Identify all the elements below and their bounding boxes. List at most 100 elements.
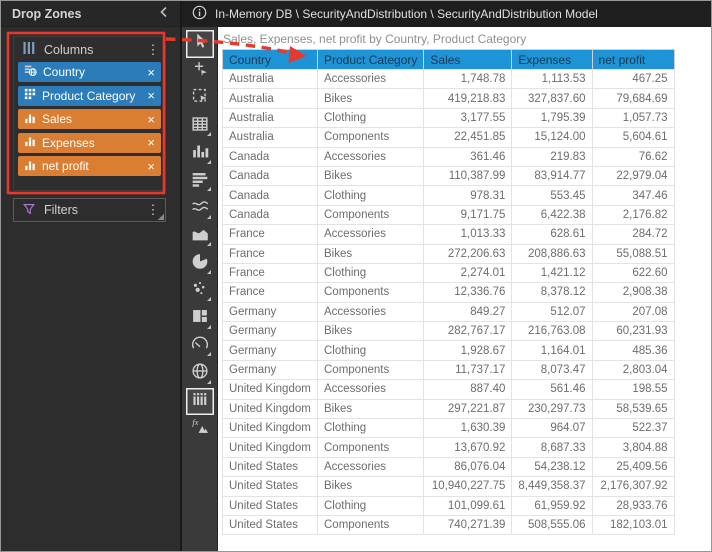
table-row: CanadaComponents9,171.756,422.382,176.82 (223, 205, 675, 224)
table-cell: 297,221.87 (424, 399, 512, 418)
table-row: AustraliaClothing3,177.551,795.391,057.7… (223, 108, 675, 127)
table-cell: 5,604.61 (592, 128, 674, 147)
pivot-grid-tool[interactable] (186, 388, 214, 416)
formula-image-tool[interactable]: fx (186, 415, 214, 443)
main-lower: fx Sales, Expenses, net profit by Countr… (182, 27, 711, 551)
field-pill-country[interactable]: Country × (18, 62, 161, 82)
breadcrumb: In-Memory DB \ SecurityAndDistribution \… (182, 1, 711, 27)
crosshair-select-tool[interactable] (186, 58, 214, 86)
table-cell: 101,099.61 (424, 496, 512, 515)
table-cell: 28,933.76 (592, 496, 674, 515)
table-cell: Australia (223, 128, 318, 147)
marquee-select-tool[interactable] (186, 85, 214, 113)
table-cell: 561.46 (512, 380, 592, 399)
drop-zones-header: Drop Zones (1, 1, 180, 27)
table-cell: 1,795.39 (512, 108, 592, 127)
remove-field-icon[interactable]: × (147, 160, 155, 173)
table-cell: 11,737.17 (424, 360, 512, 379)
area-chart-tool[interactable] (186, 223, 214, 251)
table-cell: Accessories (318, 225, 424, 244)
table-cell: 6,422.38 (512, 205, 592, 224)
table-cell: Clothing (318, 108, 424, 127)
map-tool[interactable] (186, 360, 214, 388)
table-cell: 25,409.56 (592, 457, 674, 476)
table-cell: 12,336.76 (424, 283, 512, 302)
column-header-product-category[interactable]: Product Category (318, 50, 424, 70)
table-cell: 1,013.33 (424, 225, 512, 244)
row-bars-tool[interactable] (186, 168, 214, 196)
grid-view-tool[interactable] (186, 113, 214, 141)
table-cell: 230,297.73 (512, 399, 592, 418)
table-cell: 8,687.33 (512, 438, 592, 457)
vertical-ellipsis-icon[interactable]: ⋮ (146, 43, 160, 57)
table-cell: 22,979.04 (592, 166, 674, 185)
remove-field-icon[interactable]: × (147, 66, 155, 79)
pointer-tool[interactable] (186, 30, 214, 58)
column-header-sales[interactable]: Sales (424, 50, 512, 70)
field-pill-label: Product Category (42, 89, 135, 103)
column-header-net-profit[interactable]: net profit (592, 50, 674, 70)
remove-field-icon[interactable]: × (147, 136, 155, 149)
table-row: United StatesComponents740,271.39508,555… (223, 515, 675, 534)
table-cell: Canada (223, 205, 318, 224)
pivot-grid-icon (189, 388, 211, 415)
table-cell: 2,274.01 (424, 263, 512, 282)
table-row: FranceAccessories1,013.33628.61284.72 (223, 225, 675, 244)
table-cell: 8,073.47 (512, 360, 592, 379)
filters-zone-label: Filters (44, 203, 78, 217)
table-cell: United States (223, 477, 318, 496)
field-pill-net-profit[interactable]: net profit× (18, 156, 161, 176)
table-cell: United States (223, 515, 318, 534)
table-cell: Clothing (318, 496, 424, 515)
scatter-chart-tool[interactable] (186, 278, 214, 306)
remove-field-icon[interactable]: × (147, 89, 155, 102)
data-view: Sales, Expenses, net profit by Country, … (218, 27, 711, 551)
pie-chart-icon (189, 250, 211, 277)
remove-field-icon[interactable]: × (147, 113, 155, 126)
gauge-icon (189, 333, 211, 360)
columns-zone-label: Columns (44, 43, 93, 57)
table-cell: 86,076.04 (424, 457, 512, 476)
table-grid-icon (189, 113, 211, 140)
table-cell: Bikes (318, 477, 424, 496)
bar-chart-tool[interactable] (186, 140, 214, 168)
table-cell: United Kingdom (223, 399, 318, 418)
field-pill-label: Country (43, 65, 85, 79)
table-cell: 485.36 (592, 341, 674, 360)
table-cell: 208,886.63 (512, 244, 592, 263)
gauge-tool[interactable] (186, 333, 214, 361)
table-cell: France (223, 263, 318, 282)
table-cell: 553.45 (512, 186, 592, 205)
columns-field-list: Country×Product Category×Sales×Expenses×… (14, 62, 165, 190)
table-cell: 10,940,227.75 (424, 477, 512, 496)
table-cell: 8,449,358.37 (512, 477, 592, 496)
table-cell: Accessories (318, 457, 424, 476)
column-header-country[interactable]: Country (223, 50, 318, 70)
table-cell: 76.62 (592, 147, 674, 166)
treemap-tool[interactable] (186, 305, 214, 333)
table-cell: 8,378.12 (512, 283, 592, 302)
column-header-expenses[interactable]: Expenses (512, 50, 592, 70)
table-row: GermanyBikes282,767.17216,763.0860,231.9… (223, 322, 675, 341)
geo-field-icon (24, 64, 37, 80)
line-chart-tool[interactable] (186, 195, 214, 223)
pointer-icon (189, 30, 211, 57)
main-region: In-Memory DB \ SecurityAndDistribution \… (180, 1, 711, 551)
table-cell: 740,271.39 (424, 515, 512, 534)
field-pill-expenses[interactable]: Expenses× (18, 133, 161, 153)
table-cell: Bikes (318, 244, 424, 263)
table-cell: 1,057.73 (592, 108, 674, 127)
columns-zone-icon (22, 41, 36, 58)
field-pill-product-category[interactable]: Product Category × (18, 86, 161, 106)
table-row: FranceBikes272,206.63208,886.6355,088.51 (223, 244, 675, 263)
resize-grip[interactable] (157, 213, 164, 220)
table-cell: Accessories (318, 147, 424, 166)
pie-chart-tool[interactable] (186, 250, 214, 278)
table-row: AustraliaComponents22,451.8515,124.005,6… (223, 128, 675, 147)
visualization-toolbar: fx (182, 27, 218, 551)
table-cell: Australia (223, 108, 318, 127)
table-cell: 887.40 (424, 380, 512, 399)
chevron-left-icon[interactable] (158, 5, 170, 22)
field-pill-sales[interactable]: Sales× (18, 109, 161, 129)
table-cell: 60,231.93 (592, 322, 674, 341)
